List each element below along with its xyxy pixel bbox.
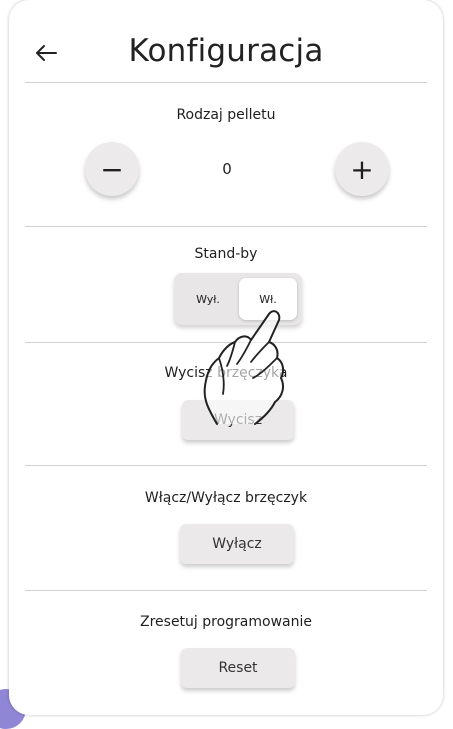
standby-toggle: Wył. Wł. bbox=[174, 273, 302, 325]
increment-button[interactable]: + bbox=[335, 142, 389, 196]
header: Konfiguracja bbox=[9, 0, 443, 82]
standby-label: Stand-by bbox=[194, 246, 258, 262]
reset-button[interactable]: Reset bbox=[181, 648, 295, 688]
divider bbox=[25, 82, 427, 83]
decrement-button[interactable]: − bbox=[85, 142, 139, 196]
pellet-type-value: 0 bbox=[222, 160, 232, 178]
reset-programming-label: Zresetuj programowanie bbox=[140, 614, 312, 630]
buzzer-off-button[interactable]: Wyłącz bbox=[180, 524, 294, 564]
pellet-type-label: Rodzaj pelletu bbox=[176, 107, 276, 123]
toggle-buzzer-label: Włącz/Wyłącz brzęczyk bbox=[144, 490, 308, 506]
configuration-panel: Konfiguracja Rodzaj pelletu − 0 + Stand-… bbox=[9, 0, 443, 715]
divider bbox=[25, 226, 427, 227]
divider bbox=[25, 590, 427, 591]
standby-option-off[interactable]: Wył. bbox=[179, 278, 237, 320]
mute-button[interactable]: Wycisz bbox=[182, 400, 294, 440]
divider bbox=[25, 465, 427, 466]
divider bbox=[25, 342, 427, 343]
standby-option-on[interactable]: Wł. bbox=[239, 278, 297, 320]
mute-buzzer-label: Wycisz brzęczyka bbox=[164, 365, 288, 381]
page-title: Konfiguracja bbox=[128, 33, 324, 69]
